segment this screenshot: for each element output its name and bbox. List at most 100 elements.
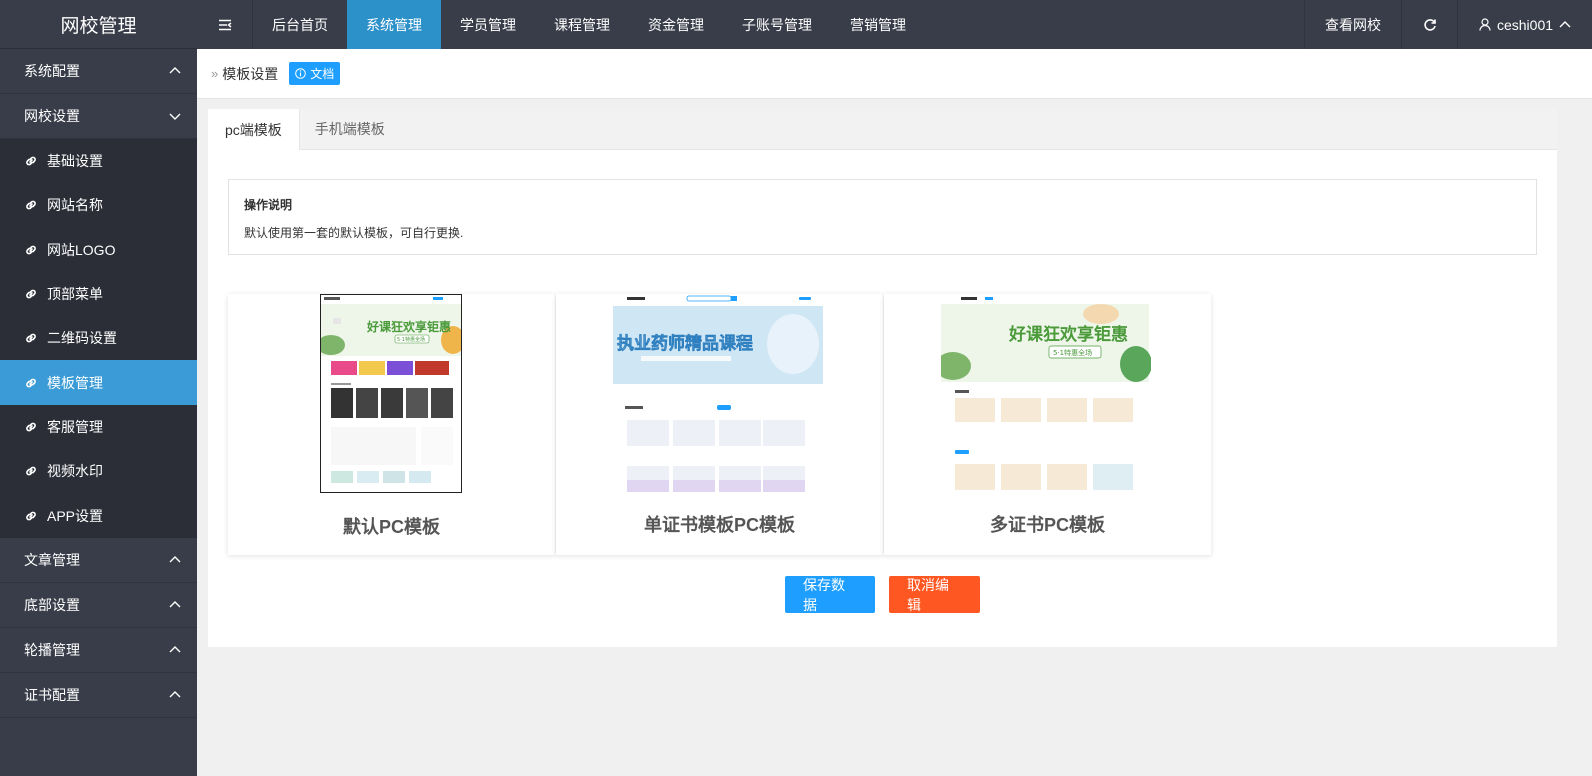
- template-preview-graphic: 好课狂欢享钜惠 5·1特惠全场: [321, 295, 461, 483]
- top-navbar: 后台首页 系统管理 学员管理 课程管理 资金管理 子账号管理 营销管理 查看网校…: [197, 0, 1592, 49]
- sidebar: 网校管理 系统配置 网校设置 基础设置 网站名称 网站LOGO 顶部菜单 二维码…: [0, 0, 197, 776]
- chevron-up-icon: [169, 67, 181, 74]
- template-card-multi-cert-pc[interactable]: 好课狂欢享钜惠 5·1特惠全场 多证书PC模板: [884, 294, 1211, 555]
- doc-button[interactable]: 文档: [289, 62, 341, 85]
- sidebar-item-label: APP设置: [47, 507, 104, 524]
- sidebar-item-label: 二维码设置: [47, 330, 117, 347]
- tab-mobile-template[interactable]: 手机端模板: [300, 109, 400, 149]
- template-name: 默认PC模板: [342, 517, 440, 537]
- template-preview-image: 执业药师精品课程: [613, 294, 823, 492]
- sidebar-group-system-config[interactable]: 系统配置: [0, 49, 197, 94]
- sidebar-item-top-menu[interactable]: 顶部菜单: [0, 272, 197, 316]
- doc-label: 文档: [310, 67, 335, 81]
- sidebar-item-label: 网站LOGO: [47, 241, 116, 258]
- template-name: 多证书PC模板: [989, 515, 1105, 535]
- template-preview-graphic: 好课狂欢享钜惠 5·1特惠全场: [941, 297, 1151, 490]
- link-icon: [26, 333, 36, 343]
- template-preview-image: 好课狂欢享钜惠 5·1特惠全场: [320, 294, 462, 493]
- topnav-finance-management[interactable]: 资金管理: [629, 0, 723, 49]
- sidebar-group-carousel-management[interactable]: 轮播管理: [0, 627, 197, 673]
- sidebar-item-label: 模板管理: [47, 374, 103, 391]
- sidebar-item-label: 顶部菜单: [47, 286, 103, 303]
- topnav-subaccount-management[interactable]: 子账号管理: [723, 0, 831, 49]
- topnav-student-management[interactable]: 学员管理: [441, 0, 535, 49]
- instructions-title: 操作说明: [244, 198, 293, 212]
- sidebar-item-site-logo[interactable]: 网站LOGO: [0, 228, 197, 272]
- chevron-down-icon: [169, 113, 181, 120]
- sidebar-item-basic-settings[interactable]: 基础设置: [0, 139, 197, 183]
- sidebar-toggle-button[interactable]: [197, 0, 253, 49]
- sidebar-sub-list: 基础设置 网站名称 网站LOGO 顶部菜单 二维码设置 模板管理 客服管理 视频…: [0, 139, 197, 538]
- topnav-dashboard[interactable]: 后台首页: [253, 0, 347, 49]
- chevron-up-icon: [169, 600, 181, 608]
- menu-fold-icon: [218, 19, 231, 30]
- template-banner-text: 好课狂欢享钜惠: [1008, 324, 1128, 345]
- top-menu: 后台首页 系统管理 学员管理 课程管理 资金管理 子账号管理 营销管理: [253, 0, 925, 49]
- link-icon: [26, 289, 36, 299]
- link-icon: [26, 156, 36, 166]
- sidebar-item-video-watermark[interactable]: 视频水印: [0, 449, 197, 493]
- sidebar-group-certificate-config[interactable]: 证书配置: [0, 672, 197, 718]
- template-banner-text: 好课狂欢享钜惠: [366, 319, 451, 334]
- sidebar-item-template-management[interactable]: 模板管理: [0, 360, 197, 405]
- template-card-default-pc[interactable]: 好课狂欢享钜惠 5·1特惠全场 默认PC模板: [228, 294, 555, 555]
- sidebar-group-article-management[interactable]: 文章管理: [0, 537, 197, 583]
- sidebar-item-site-name[interactable]: 网站名称: [0, 183, 197, 227]
- user-menu[interactable]: ceshi001: [1457, 0, 1592, 49]
- main-card: pc端模板 手机端模板 操作说明 默认使用第一套的默认模板，可自行更换. 好课狂…: [208, 109, 1557, 647]
- template-name: 单证书模板PC模板: [643, 515, 795, 535]
- sidebar-group-label: 网校设置: [24, 108, 80, 124]
- topnav-course-management[interactable]: 课程管理: [535, 0, 629, 49]
- sidebar-item-customer-service[interactable]: 客服管理: [0, 405, 197, 449]
- sidebar-item-app-settings[interactable]: APP设置: [0, 493, 197, 537]
- sidebar-group-label: 证书配置: [24, 686, 80, 703]
- template-preview-graphic: 执业药师精品课程: [613, 295, 823, 492]
- chevron-up-icon: [1559, 20, 1571, 27]
- app-title: 网校管理: [0, 0, 197, 49]
- breadcrumb-current: 模板设置: [222, 65, 279, 82]
- chevron-up-icon: [169, 690, 181, 698]
- refresh-button[interactable]: [1401, 0, 1457, 49]
- sidebar-group-label: 文章管理: [24, 551, 80, 568]
- link-icon: [26, 201, 36, 210]
- cancel-button[interactable]: 取消编辑: [889, 576, 980, 613]
- user-icon: [1479, 18, 1491, 31]
- link-icon: [26, 511, 36, 520]
- sidebar-item-qrcode-settings[interactable]: 二维码设置: [0, 316, 197, 360]
- chevron-up-icon: [169, 645, 181, 653]
- top-right-actions: 查看网校 ceshi001: [1304, 0, 1592, 49]
- tab-pc-template[interactable]: pc端模板: [208, 109, 300, 150]
- template-banner-sub: 5·1特惠全场: [397, 336, 425, 343]
- view-site-button[interactable]: 查看网校: [1304, 0, 1401, 49]
- sidebar-group-label: 系统配置: [24, 63, 80, 79]
- refresh-icon: [1423, 18, 1436, 31]
- save-button[interactable]: 保存数据: [785, 576, 875, 613]
- sidebar-group-footer-settings[interactable]: 底部设置: [0, 582, 197, 628]
- template-card-single-cert-pc[interactable]: 执业药师精品课程 单证书模板PC模板: [556, 294, 883, 555]
- link-icon: [26, 378, 36, 387]
- link-icon: [26, 466, 36, 476]
- template-banner-text: 执业药师精品课程: [617, 333, 753, 354]
- form-actions: 保存数据 取消编辑: [785, 576, 980, 613]
- topnav-system-management[interactable]: 系统管理: [347, 0, 441, 49]
- template-tabs: pc端模板 手机端模板: [208, 109, 1557, 150]
- sidebar-item-label: 网站名称: [47, 197, 103, 214]
- sidebar-group-school-settings[interactable]: 网校设置: [0, 94, 197, 139]
- template-list: 好课狂欢享钜惠 5·1特惠全场 默认PC模板 执业药师精品课程 单证书模板PC模…: [228, 294, 1212, 555]
- topnav-marketing-management[interactable]: 营销管理: [831, 0, 925, 49]
- instructions-text: 默认使用第一套的默认模板，可自行更换.: [244, 226, 464, 240]
- template-banner-sub: 5·1特惠全场: [1053, 348, 1092, 357]
- chevron-up-icon: [169, 555, 181, 563]
- sidebar-group-label: 底部设置: [24, 596, 80, 613]
- link-icon: [26, 245, 36, 255]
- username: ceshi001: [1496, 16, 1554, 33]
- breadcrumb: » 模板设置 文档: [197, 49, 1592, 99]
- sidebar-item-label: 客服管理: [47, 418, 103, 435]
- info-icon: [295, 68, 307, 79]
- link-icon: [26, 422, 36, 432]
- sidebar-item-label: 基础设置: [47, 153, 103, 170]
- sidebar-item-label: 视频水印: [47, 463, 103, 480]
- instructions-box: 操作说明 默认使用第一套的默认模板，可自行更换.: [228, 179, 1537, 255]
- sidebar-group-label: 轮播管理: [24, 641, 80, 658]
- template-preview-image: 好课狂欢享钜惠 5·1特惠全场: [941, 294, 1151, 492]
